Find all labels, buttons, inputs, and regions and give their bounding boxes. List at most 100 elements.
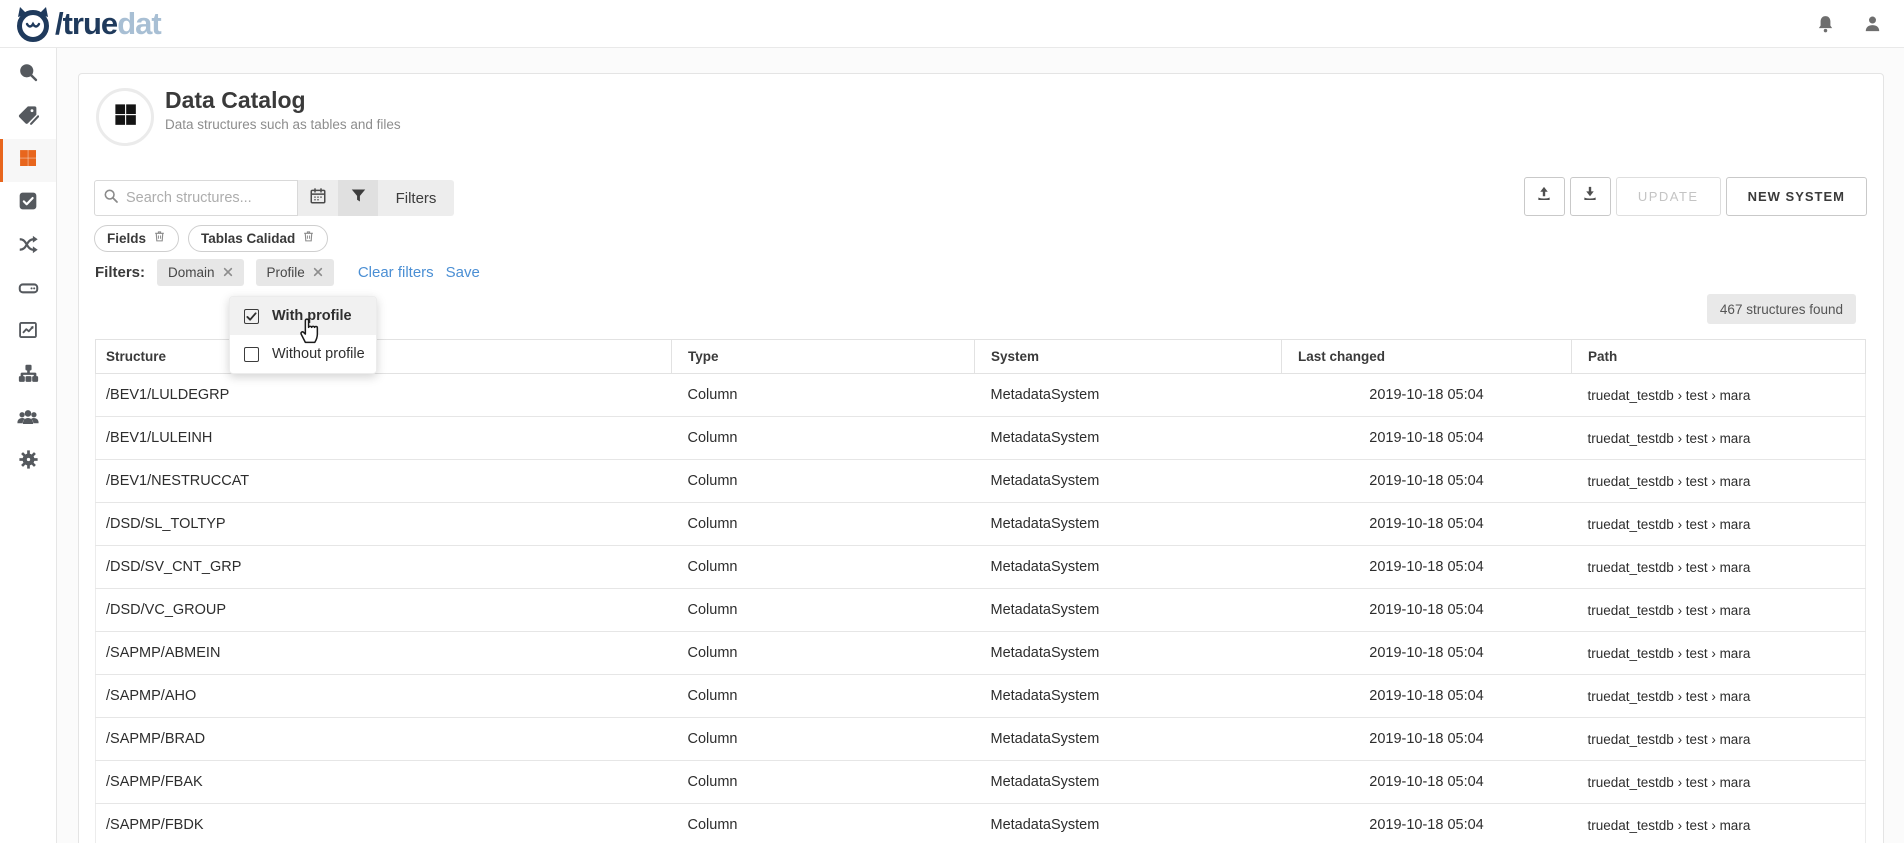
table-row[interactable]: /BEV1/NESTRUCCAT Column MetadataSystem 2…	[96, 460, 1866, 503]
cell-system: MetadataSystem	[975, 761, 1282, 804]
remove-filter-icon[interactable]	[313, 265, 323, 280]
user-menu-icon[interactable]	[1863, 14, 1882, 34]
shuffle-icon	[18, 234, 39, 260]
data-catalog-grid-icon	[112, 101, 139, 133]
table-row[interactable]: /BEV1/LULEINH Column MetadataSystem 2019…	[96, 417, 1866, 460]
cell-system: MetadataSystem	[975, 804, 1282, 843]
catalog-grid-icon	[18, 148, 38, 173]
cell-structure[interactable]: /DSD/SL_TOLTYP	[96, 503, 672, 546]
cell-path: truedat_testdb › test › mara	[1572, 503, 1866, 546]
sidebar-item-search[interactable]	[0, 53, 56, 96]
table-row[interactable]: /BEV1/LULDEGRP Column MetadataSystem 201…	[96, 374, 1866, 417]
table-row[interactable]: /DSD/SL_TOLTYP Column MetadataSystem 201…	[96, 503, 1866, 546]
cell-last-changed: 2019-10-18 05:04	[1282, 374, 1572, 417]
cell-system: MetadataSystem	[975, 546, 1282, 589]
cell-system: MetadataSystem	[975, 374, 1282, 417]
cell-structure[interactable]: /SAPMP/FBAK	[96, 761, 672, 804]
cell-structure[interactable]: /SAPMP/FBDK	[96, 804, 672, 843]
owl-logo-icon	[13, 4, 53, 44]
active-filter-chip[interactable]: Profile	[256, 259, 334, 286]
sidebar-item-dashboards[interactable]	[0, 311, 56, 354]
trash-icon[interactable]	[302, 229, 315, 248]
cell-last-changed: 2019-10-18 05:04	[1282, 761, 1572, 804]
sidebar-item-quality[interactable]	[0, 182, 56, 225]
search-icon	[18, 62, 39, 88]
table-row[interactable]: /SAPMP/ABMEIN Column MetadataSystem 2019…	[96, 632, 1866, 675]
cell-last-changed: 2019-10-18 05:04	[1282, 675, 1572, 718]
table-row[interactable]: /SAPMP/FBDK Column MetadataSystem 2019-1…	[96, 804, 1866, 843]
date-filter-button[interactable]	[298, 180, 338, 216]
cell-system: MetadataSystem	[975, 503, 1282, 546]
remove-filter-icon[interactable]	[223, 265, 233, 280]
sidebar-item-lineage[interactable]	[0, 225, 56, 268]
cell-last-changed: 2019-10-18 05:04	[1282, 546, 1572, 589]
filters-button-label: Filters	[396, 190, 437, 207]
cell-structure[interactable]: /DSD/SV_CNT_GRP	[96, 546, 672, 589]
sidebar-item-systems[interactable]	[0, 268, 56, 311]
filter-funnel-button[interactable]	[338, 180, 378, 216]
cell-type: Column	[672, 589, 975, 632]
cell-type: Column	[672, 804, 975, 843]
main-content: Data Catalog Data structures such as tab…	[57, 48, 1904, 843]
saved-filter-chip[interactable]: Tablas Calidad	[188, 225, 328, 252]
sidebar-item-data-catalog[interactable]	[0, 139, 56, 182]
cell-structure[interactable]: /SAPMP/AHO	[96, 675, 672, 718]
sidebar	[0, 48, 57, 843]
trash-icon[interactable]	[153, 229, 166, 248]
col-header-structure[interactable]: Structure	[96, 340, 672, 374]
cell-structure[interactable]: /BEV1/NESTRUCCAT	[96, 460, 672, 503]
upload-button[interactable]	[1524, 177, 1565, 216]
brand-name: /truedat	[55, 8, 161, 39]
search-toolbar: Filters	[94, 178, 454, 216]
active-filters-row: Filters: Domain Profile	[95, 259, 480, 286]
cell-structure[interactable]: /SAPMP/ABMEIN	[96, 632, 672, 675]
table-row[interactable]: /SAPMP/FBAK Column MetadataSystem 2019-1…	[96, 761, 1866, 804]
table-row[interactable]: /DSD/VC_GROUP Column MetadataSystem 2019…	[96, 589, 1866, 632]
new-system-button[interactable]: NEW SYSTEM	[1726, 177, 1867, 216]
saved-filter-chip[interactable]: Fields	[94, 225, 179, 252]
search-input[interactable]	[126, 190, 286, 206]
col-header-type[interactable]: Type	[672, 340, 975, 374]
cell-structure[interactable]: /BEV1/LULEINH	[96, 417, 672, 460]
filters-button[interactable]: Filters	[378, 180, 454, 216]
dropdown-option[interactable]: Without profile	[230, 335, 376, 373]
cell-path: truedat_testdb › test › mara	[1572, 718, 1866, 761]
brand-logo[interactable]: /truedat	[0, 4, 161, 44]
sidebar-item-settings[interactable]	[0, 440, 56, 483]
search-box	[94, 180, 298, 216]
tags-icon	[18, 105, 39, 131]
topbar-actions	[1816, 14, 1904, 34]
sidebar-item-users[interactable]	[0, 397, 56, 440]
check-square-icon	[18, 191, 38, 216]
cell-structure[interactable]: /BEV1/LULDEGRP	[96, 374, 672, 417]
table-row[interactable]: /DSD/SV_CNT_GRP Column MetadataSystem 20…	[96, 546, 1866, 589]
cell-type: Column	[672, 675, 975, 718]
cell-type: Column	[672, 718, 975, 761]
sidebar-item-tags[interactable]	[0, 96, 56, 139]
sidebar-item-taxonomy[interactable]	[0, 354, 56, 397]
save-filters-link[interactable]: Save	[446, 264, 480, 281]
col-header-system[interactable]: System	[975, 340, 1282, 374]
update-button[interactable]: UPDATE	[1616, 177, 1721, 216]
col-header-last-changed[interactable]: Last changed	[1282, 340, 1572, 374]
download-button[interactable]	[1570, 177, 1611, 216]
structures-table: Structure Type System Last changed Path …	[95, 339, 1866, 843]
cell-last-changed: 2019-10-18 05:04	[1282, 804, 1572, 843]
cell-last-changed: 2019-10-18 05:04	[1282, 503, 1572, 546]
dropdown-option[interactable]: With profile	[230, 297, 376, 335]
checkbox[interactable]	[244, 347, 259, 362]
results-count-badge: 467 structures found	[1707, 294, 1856, 324]
upload-icon	[1535, 185, 1553, 208]
cell-type: Column	[672, 417, 975, 460]
clear-filters-link[interactable]: Clear filters	[358, 264, 434, 281]
table-row[interactable]: /SAPMP/AHO Column MetadataSystem 2019-10…	[96, 675, 1866, 718]
checkbox[interactable]	[244, 309, 259, 324]
filters-caption: Filters:	[95, 264, 145, 281]
cell-structure[interactable]: /SAPMP/BRAD	[96, 718, 672, 761]
notifications-bell-icon[interactable]	[1816, 14, 1835, 34]
cell-structure[interactable]: /DSD/VC_GROUP	[96, 589, 672, 632]
col-header-path[interactable]: Path	[1572, 340, 1866, 374]
table-row[interactable]: /SAPMP/BRAD Column MetadataSystem 2019-1…	[96, 718, 1866, 761]
active-filter-chip[interactable]: Domain	[157, 259, 244, 286]
cell-type: Column	[672, 460, 975, 503]
